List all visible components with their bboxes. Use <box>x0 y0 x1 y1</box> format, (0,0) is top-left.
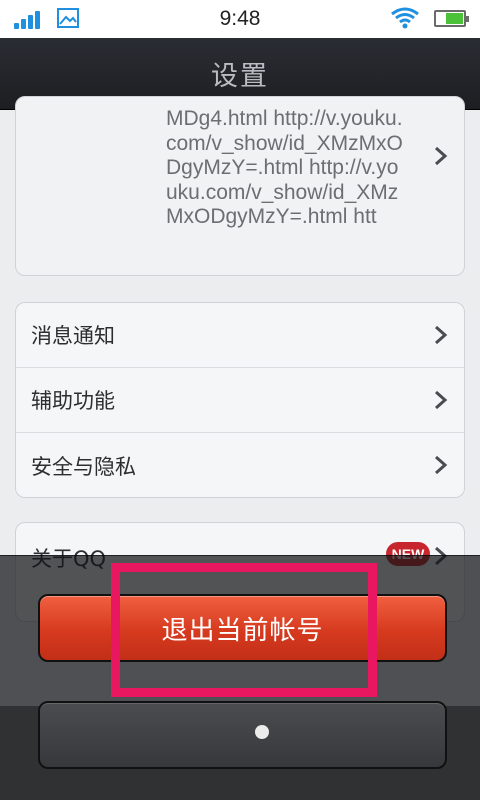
menu-item-label: 辅助功能 <box>31 389 115 413</box>
wifi-icon <box>390 6 420 30</box>
url-text: MDg4.html http://v.youku.com/v_show/id_X… <box>166 107 403 228</box>
cancel-button[interactable] <box>38 701 447 769</box>
url-card[interactable]: MDg4.html http://v.youku.com/v_show/id_X… <box>15 96 465 276</box>
page-title: 设置 <box>211 61 269 92</box>
menu-item-label: 安全与隐私 <box>31 454 136 479</box>
chevron-right-icon <box>432 389 450 411</box>
chevron-right-icon <box>432 324 450 346</box>
chevron-right-icon <box>432 145 450 167</box>
battery-level <box>446 13 463 24</box>
settings-menu: 消息通知 辅助功能 安全与隐私 <box>15 302 465 498</box>
menu-item-accessibility[interactable]: 辅助功能 <box>16 368 464 433</box>
cancel-glyph-icon <box>255 725 269 739</box>
battery-icon <box>434 10 469 27</box>
chevron-right-icon <box>432 454 450 476</box>
menu-item-notifications[interactable]: 消息通知 <box>16 303 464 368</box>
status-bar: 9:48 <box>0 0 480 38</box>
menu-item-label: 消息通知 <box>31 324 115 348</box>
highlight-box <box>111 563 377 697</box>
menu-item-privacy[interactable]: 安全与隐私 <box>16 433 464 497</box>
